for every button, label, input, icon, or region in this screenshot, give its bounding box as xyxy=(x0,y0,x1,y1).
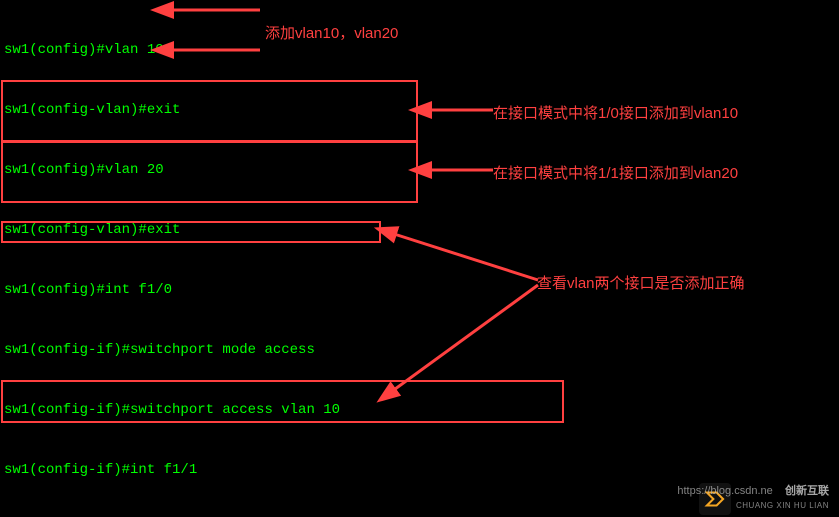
cli-line: sw1(config)#vlan 10 xyxy=(4,40,835,60)
cli-line: sw1(config)#int f1/0 xyxy=(4,280,835,300)
watermark-brand-en: CHUANG XIN HU LIAN xyxy=(736,501,829,510)
cli-line: sw1(config-vlan)#exit xyxy=(4,100,835,120)
cli-line: sw1(config-if)#switchport mode access xyxy=(4,340,835,360)
watermark-url: https://blog.csdn.ne xyxy=(677,485,772,497)
cli-line: sw1(config)#vlan 20 xyxy=(4,160,835,180)
terminal-output: sw1(config)#vlan 10 sw1(config-vlan)#exi… xyxy=(0,0,839,517)
watermark-brand: 创新互联 xyxy=(785,485,829,497)
cli-line: sw1(config-vlan)#exit xyxy=(4,220,835,240)
watermark: https://blog.csdn.ne 创新互联 CHUANG XIN HU … xyxy=(677,484,829,513)
cli-line: sw1(config-if)#switchport access vlan 10 xyxy=(4,400,835,420)
cli-line: sw1(config-if)#int f1/1 xyxy=(4,460,835,480)
